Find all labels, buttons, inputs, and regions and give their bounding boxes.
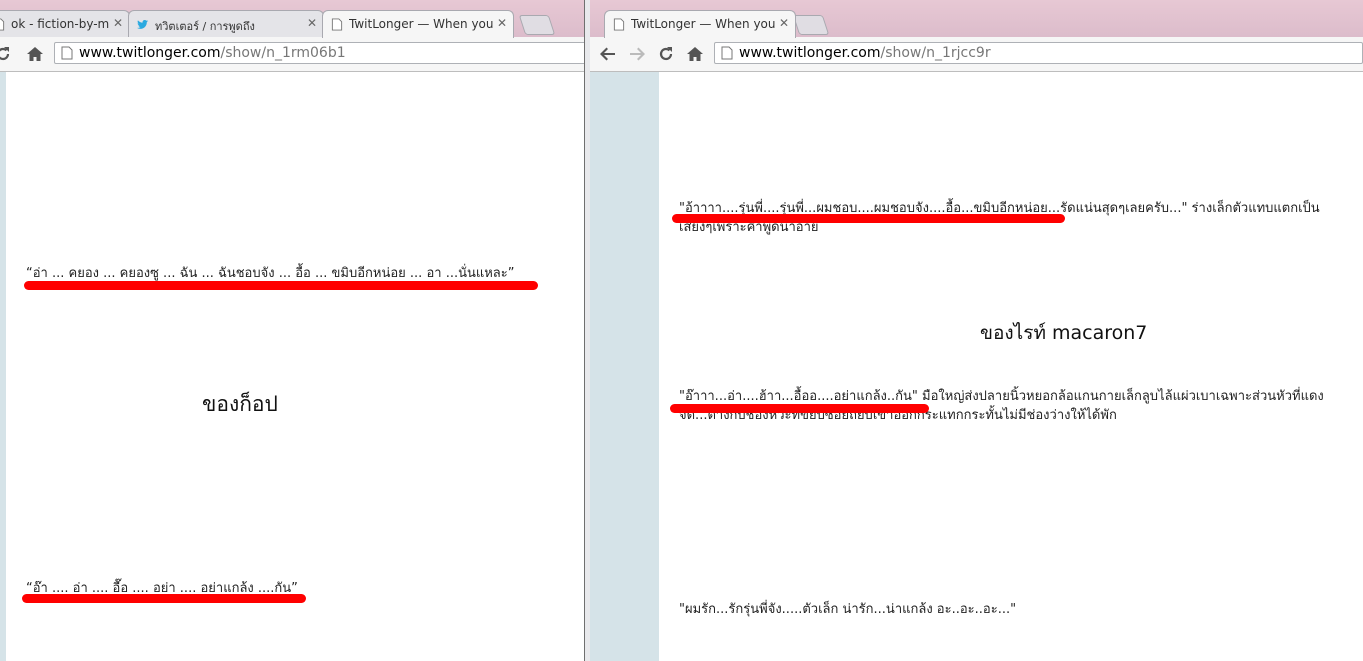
tab-strip: ok - fiction-by-mac ✕ ทวิตเตอร์ / การพูด… bbox=[0, 0, 584, 38]
red-underline bbox=[22, 594, 306, 603]
address-bar[interactable]: www.twitlonger.com/show/n_1rjcc9r bbox=[714, 42, 1363, 64]
tab-title: ทวิตเตอร์ / การพูดถึง bbox=[155, 20, 255, 33]
page-content: "อ้าาาา....รุ่นพี่....รุ่นพี่...ผมชอบ...… bbox=[590, 72, 1363, 661]
twitter-icon bbox=[137, 19, 149, 29]
story-paragraph: "ผมรัก...รักรุ่นพี่จัง.....ตัวเล็ก น่ารั… bbox=[679, 602, 1017, 617]
reload-icon bbox=[0, 47, 10, 61]
home-button[interactable] bbox=[24, 43, 46, 65]
home-button[interactable] bbox=[684, 43, 706, 65]
tab-twitlonger[interactable]: TwitLonger — When you t ✕ bbox=[322, 10, 514, 38]
right-browser-window: TwitLonger — When you t ✕ www.twitlonger… bbox=[590, 0, 1363, 661]
back-button[interactable] bbox=[597, 43, 619, 65]
tab-twitter[interactable]: ทวิตเตอร์ / การพูดถึง ✕ bbox=[128, 10, 324, 37]
reload-button[interactable] bbox=[655, 43, 677, 65]
toolbar: www.twitlonger.com/show/n_1rjcc9r bbox=[590, 37, 1363, 72]
page-content: “อ่า ... คยอง ... คยองซู ... ฉัน ... ฉัน… bbox=[0, 72, 584, 661]
url-path: /show/n_1rjcc9r bbox=[880, 45, 991, 61]
reload-button[interactable] bbox=[0, 43, 14, 65]
arrow-left-icon bbox=[600, 47, 615, 61]
new-tab-button[interactable] bbox=[792, 15, 830, 35]
forward-button[interactable] bbox=[626, 43, 648, 65]
page-icon bbox=[331, 18, 343, 31]
close-icon[interactable]: ✕ bbox=[113, 16, 123, 30]
home-icon bbox=[687, 47, 703, 61]
url-host: www.twitlonger.com bbox=[739, 45, 881, 61]
reload-icon bbox=[659, 47, 673, 61]
left-browser-window: ok - fiction-by-mac ✕ ทวิตเตอร์ / การพูด… bbox=[0, 0, 584, 661]
section-heading: ของไรท์ macaron7 bbox=[980, 322, 1148, 344]
page-icon bbox=[721, 46, 733, 60]
toolbar: www.twitlonger.com/show/n_1rm06b1 bbox=[0, 37, 584, 72]
red-underline bbox=[24, 281, 538, 290]
page-icon bbox=[0, 18, 5, 31]
section-heading: ของก็อป bbox=[202, 392, 278, 416]
tab-title: TwitLonger — When you t bbox=[349, 17, 493, 31]
close-icon[interactable]: ✕ bbox=[307, 16, 317, 30]
page-icon bbox=[61, 46, 73, 60]
home-icon bbox=[27, 47, 43, 61]
address-bar[interactable]: www.twitlonger.com/show/n_1rm06b1 bbox=[54, 42, 584, 64]
close-icon[interactable]: ✕ bbox=[779, 16, 789, 30]
quote-text: “อ่า ... คยอง ... คยองซู ... ฉัน ... ฉัน… bbox=[26, 266, 515, 281]
close-icon[interactable]: ✕ bbox=[497, 16, 507, 30]
left-sidebar-strip bbox=[0, 72, 6, 661]
red-underline bbox=[672, 214, 1065, 223]
url-host: www.twitlonger.com bbox=[79, 45, 221, 61]
tab-twitlonger[interactable]: TwitLonger — When you t ✕ bbox=[604, 10, 796, 38]
left-sidebar-strip bbox=[590, 72, 659, 661]
page-icon bbox=[613, 18, 625, 31]
tab-title: TwitLonger — When you t bbox=[631, 17, 775, 31]
url-path: /show/n_1rm06b1 bbox=[220, 45, 346, 61]
tab-strip: TwitLonger — When you t ✕ bbox=[590, 0, 1363, 38]
tab-fiction[interactable]: ok - fiction-by-mac ✕ bbox=[0, 10, 130, 37]
red-underline bbox=[670, 404, 929, 413]
new-tab-button[interactable] bbox=[518, 15, 556, 35]
arrow-right-icon bbox=[630, 47, 645, 61]
tab-title: ok - fiction-by-mac bbox=[11, 17, 109, 31]
